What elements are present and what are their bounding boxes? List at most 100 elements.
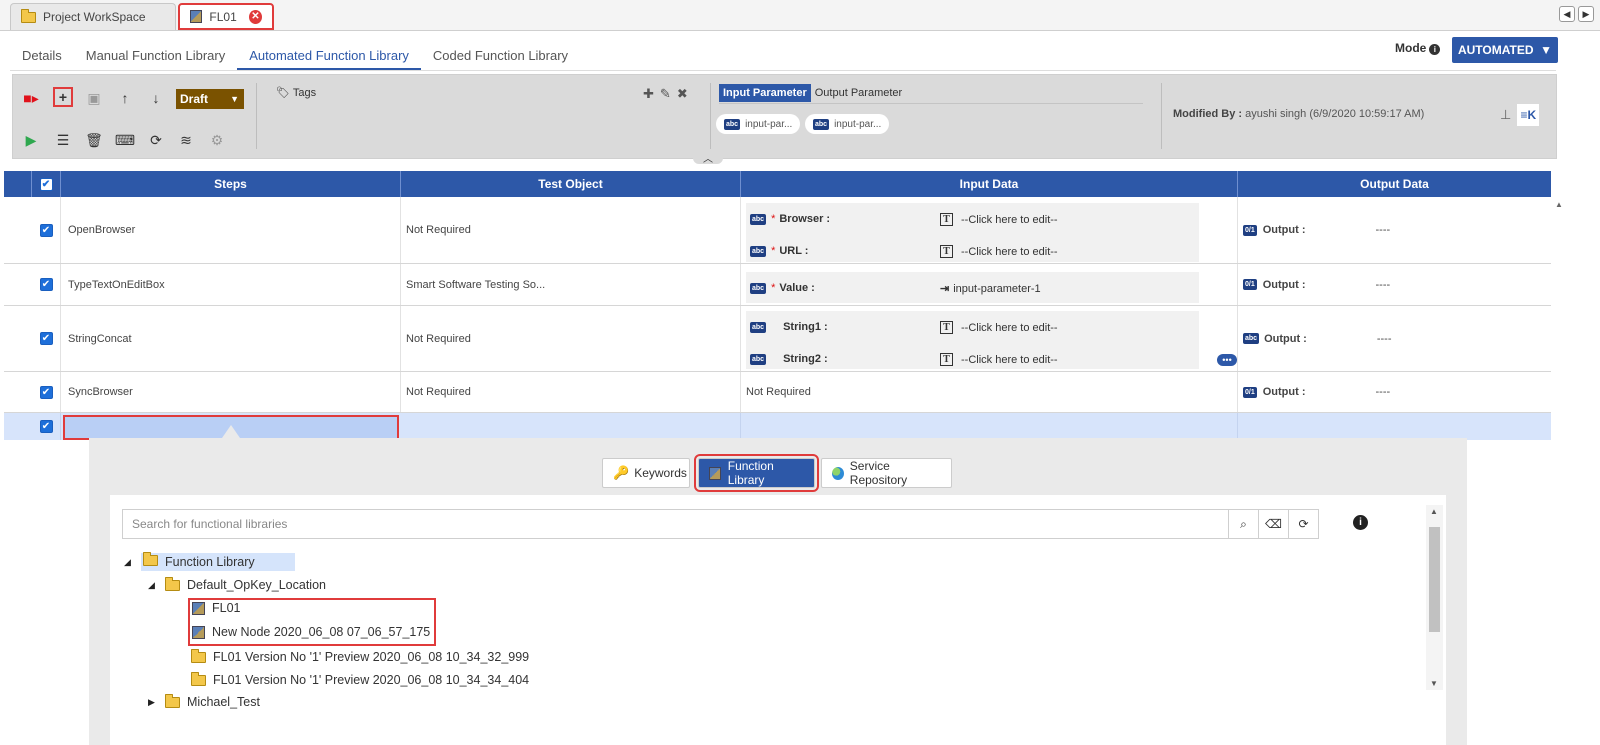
- close-icon[interactable]: ✕: [248, 9, 262, 24]
- delete-icon[interactable]: 🗑: [84, 130, 104, 150]
- save-icon[interactable]: ▣: [84, 88, 104, 108]
- tree-node-fl01-version-1[interactable]: FL01 Version No '1' Preview 2020_06_08 1…: [191, 648, 529, 664]
- table-row[interactable]: ✔ TypeTextOnEditBox Smart Software Testi…: [4, 264, 1551, 306]
- search-icon[interactable]: ⌕: [1228, 510, 1258, 538]
- table-row[interactable]: ✔ SyncBrowser Not Required Not Required …: [4, 372, 1551, 413]
- step-name[interactable]: OpenBrowser: [61, 197, 401, 263]
- row-checkbox[interactable]: ✔: [39, 223, 53, 237]
- text-type-icon: T: [940, 321, 953, 334]
- input-data-cell[interactable]: Not Required: [741, 372, 1238, 412]
- tags-label-text: Tags: [292, 87, 317, 99]
- tree-scrollbar[interactable]: ▲ ▼: [1426, 505, 1443, 690]
- keyboard-icon[interactable]: ⌨: [115, 130, 135, 150]
- refresh-icon[interactable]: ⟳: [1288, 510, 1318, 538]
- tag-actions: ✚✎✖: [643, 86, 694, 102]
- edit-tag-icon[interactable]: ✎: [660, 86, 677, 101]
- record-icon[interactable]: ■▸: [21, 88, 41, 108]
- expanded-arrow-icon[interactable]: ◢: [148, 580, 156, 591]
- scrollbar-thumb[interactable]: [1429, 527, 1440, 632]
- step-name[interactable]: TypeTextOnEditBox: [61, 264, 401, 305]
- tree-node-function-library[interactable]: ◢ Function Library: [124, 552, 295, 571]
- table-row[interactable]: ✔ OpenBrowser Not Required abc * Browser :…: [4, 197, 1551, 264]
- scroll-up-icon[interactable]: ▲: [1555, 200, 1563, 209]
- info-icon[interactable]: i: [1353, 515, 1368, 530]
- tree-node-michael-test[interactable]: ▶ Michael_Test: [148, 693, 260, 709]
- info-icon[interactable]: i: [1429, 44, 1441, 55]
- tab-service-repository[interactable]: Service Repository: [821, 458, 952, 488]
- tab-project-workspace[interactable]: Project WorkSpace: [10, 3, 176, 30]
- column-header-output-data[interactable]: Output Data: [1238, 171, 1551, 197]
- tab-coded-function-library[interactable]: Coded Function Library: [421, 40, 580, 70]
- tab-details[interactable]: Details: [10, 40, 74, 70]
- tab-function-library[interactable]: Function Library: [694, 454, 819, 492]
- refresh-icon[interactable]: ⟳: [146, 130, 166, 150]
- status-dropdown[interactable]: Draft ▼: [176, 89, 244, 109]
- list-icon[interactable]: ☰: [53, 130, 73, 150]
- hierarchy-icon[interactable]: ⊥: [1500, 107, 1511, 123]
- row-select-cell: ✔: [32, 372, 61, 412]
- step-name[interactable]: SyncBrowser: [61, 372, 401, 412]
- picker-pointer: [222, 425, 240, 438]
- table-row[interactable]: ✔ StringConcat Not Required abc String1 :…: [4, 306, 1551, 372]
- tree-node-default-location[interactable]: ◢ Default_OpKey_Location: [148, 576, 326, 592]
- param-value[interactable]: T --Click here to edit--: [940, 353, 1058, 366]
- output-label: Output :: [1262, 386, 1306, 398]
- tab-fl01[interactable]: FL01 ✕: [178, 3, 274, 30]
- search-input[interactable]: [123, 510, 1228, 538]
- select-all-checkbox[interactable]: ✔: [39, 177, 53, 191]
- param-value-text: input-parameter-1: [953, 282, 1041, 295]
- row-checkbox[interactable]: ✔: [39, 332, 53, 345]
- collapsed-arrow-icon[interactable]: ▶: [148, 697, 156, 708]
- add-step-button[interactable]: +: [53, 87, 73, 107]
- param-value[interactable]: T --Click here to edit--: [940, 245, 1058, 258]
- column-header-test-object[interactable]: Test Object: [401, 171, 741, 197]
- row-checkbox[interactable]: ✔: [39, 385, 53, 399]
- layers-icon[interactable]: ≋: [176, 130, 196, 150]
- tab-manual-function-library[interactable]: Manual Function Library: [74, 40, 237, 70]
- collapse-toolbar-button[interactable]: ︿: [693, 150, 723, 165]
- run-icon[interactable]: ▶: [21, 130, 41, 150]
- move-up-icon[interactable]: ↑: [115, 88, 135, 108]
- tab-input-parameter[interactable]: Input Parameter: [719, 84, 811, 102]
- parameter-chip[interactable]: abc input-par...: [805, 114, 890, 134]
- tree-label: Michael_Test: [187, 695, 260, 709]
- add-tag-icon[interactable]: ✚: [643, 86, 660, 101]
- column-header-input-data[interactable]: Input Data: [741, 171, 1238, 197]
- param-value[interactable]: ⇥ input-parameter-1: [940, 282, 1041, 296]
- more-options-icon[interactable]: •••: [1217, 354, 1237, 366]
- test-object[interactable]: Not Required: [401, 306, 741, 371]
- remove-tag-icon[interactable]: ✖: [677, 86, 694, 101]
- settings-icon[interactable]: ⚙: [207, 130, 227, 150]
- test-object[interactable]: Not Required: [401, 372, 741, 412]
- tab-output-parameter[interactable]: Output Parameter: [811, 84, 906, 102]
- scroll-left-icon[interactable]: ◀: [1559, 6, 1575, 22]
- tag-icon: 🏷: [276, 87, 290, 99]
- test-object[interactable]: [401, 413, 741, 440]
- expanded-arrow-icon[interactable]: ◢: [124, 557, 132, 568]
- move-down-icon[interactable]: ↓: [146, 88, 166, 108]
- tree-label: FL01 Version No '1' Preview 2020_06_08 1…: [213, 673, 530, 687]
- param-value[interactable]: T --Click here to edit--: [940, 321, 1058, 334]
- parameter-chip[interactable]: abc input-par...: [716, 114, 801, 134]
- column-header-steps[interactable]: Steps: [61, 171, 401, 197]
- scroll-down-icon[interactable]: ▼: [1430, 679, 1438, 688]
- param-value[interactable]: T --Click here to edit--: [940, 213, 1058, 226]
- test-object[interactable]: Not Required: [401, 197, 741, 263]
- tab-automated-function-library[interactable]: Automated Function Library: [237, 40, 421, 70]
- row-checkbox[interactable]: ✔: [39, 420, 53, 433]
- tree-node-fl01-version-2[interactable]: FL01 Version No '1' Preview 2020_06_08 1…: [191, 671, 530, 687]
- param-name: String1 :: [783, 321, 828, 333]
- test-object[interactable]: Smart Software Testing So...: [401, 264, 741, 305]
- keyword-view-icon[interactable]: ≡K: [1517, 104, 1540, 126]
- tab-keywords[interactable]: 🔑 Keywords: [602, 458, 690, 488]
- step-name[interactable]: StringConcat: [61, 306, 401, 371]
- row-checkbox[interactable]: ✔: [39, 278, 53, 291]
- mode-dropdown[interactable]: AUTOMATED ▼: [1452, 37, 1558, 63]
- scroll-right-icon[interactable]: ▶: [1578, 6, 1594, 22]
- scroll-up-icon[interactable]: ▲: [1430, 507, 1438, 516]
- string-type-icon: abc: [750, 353, 767, 365]
- input-data-cell[interactable]: [741, 413, 1238, 440]
- grid-scrollbar[interactable]: ▲: [1553, 200, 1566, 440]
- string-type-icon: abc: [750, 321, 767, 333]
- eraser-icon[interactable]: ⌫: [1258, 510, 1288, 538]
